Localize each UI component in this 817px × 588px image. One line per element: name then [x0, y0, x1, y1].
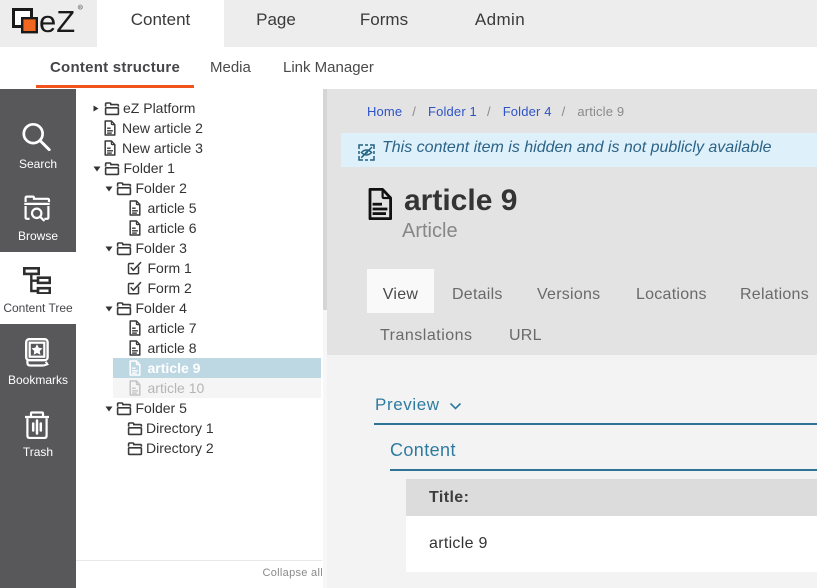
svg-text:eZ: eZ: [39, 4, 75, 39]
svg-text:R: R: [79, 5, 82, 10]
